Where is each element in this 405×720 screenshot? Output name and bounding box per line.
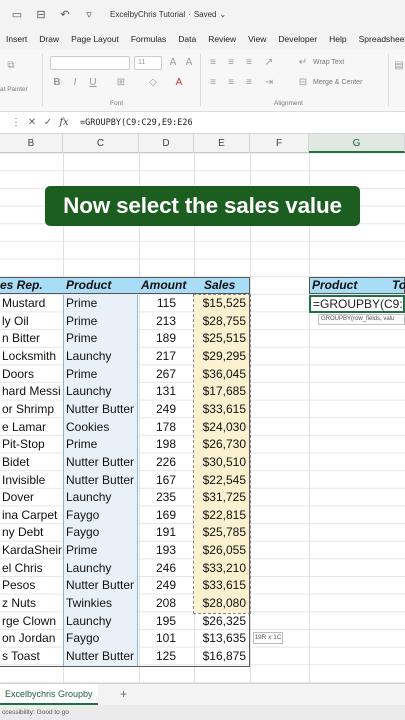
formula-bar: ⋮ ✕ ✓ fx =GROUPBY(C9:C29,E9:E26	[0, 112, 405, 134]
insert-function-icon[interactable]: fx	[56, 117, 72, 128]
font-color-icon[interactable]: A	[172, 77, 186, 89]
align-middle-icon[interactable]: ≡	[224, 57, 238, 69]
merge-icon[interactable]: ⊟	[296, 77, 310, 89]
selection-size-tooltip: 19R x 1C	[253, 632, 283, 644]
indent-icon[interactable]: ⇥	[262, 77, 276, 89]
function-tooltip[interactable]: GROUPBY(row_fields, valu	[318, 314, 405, 325]
font-group-label: Font	[110, 100, 124, 107]
column-header-d[interactable]: D	[139, 134, 194, 153]
tab-help[interactable]: Help	[323, 34, 352, 44]
add-sheet-icon[interactable]: +	[120, 687, 127, 701]
grow-font-icon[interactable]: A	[166, 57, 180, 69]
align-center-icon[interactable]: ≡	[224, 77, 238, 89]
tab-draw[interactable]: Draw	[33, 34, 65, 44]
tab-data[interactable]: Data	[172, 34, 202, 44]
orientation-icon[interactable]: ↗	[262, 57, 276, 69]
tab-view[interactable]: View	[242, 34, 272, 44]
column-header-e[interactable]: E	[194, 134, 250, 153]
output-header-total[interactable]: To	[392, 277, 405, 294]
wrap-text-icon[interactable]: ↵	[296, 57, 310, 69]
ribbon: ⧉ at Painter 11 A A B I U ⊞ ◇ A Font ≡ ≡…	[0, 50, 405, 112]
quick-access-icon[interactable]: ⊟	[34, 7, 48, 21]
column-header-g[interactable]: G	[309, 134, 405, 153]
document-name: ExcelbyChris Tutorial	[110, 9, 186, 19]
enter-icon[interactable]: ✓	[40, 117, 56, 128]
align-top-icon[interactable]: ≡	[206, 57, 220, 69]
cancel-icon[interactable]: ✕	[24, 117, 40, 128]
sheet-tab-bar: Excelbychris Groupby +	[0, 683, 405, 705]
fill-color-icon[interactable]: ◇	[146, 77, 160, 89]
wrap-text-button[interactable]: Wrap Text	[313, 59, 344, 66]
document-title[interactable]: ExcelbyChris Tutorial · Saved ⌄	[110, 10, 226, 19]
more-icon[interactable]: ▿	[82, 7, 96, 21]
column-header-b[interactable]: B	[0, 134, 63, 153]
sheet-tab-groupby[interactable]: Excelbychris Groupby	[0, 684, 98, 705]
output-header-product[interactable]: Product	[312, 277, 357, 294]
shrink-font-icon[interactable]: A	[182, 57, 196, 69]
column-header-c[interactable]: C	[63, 134, 139, 153]
undo-icon[interactable]: ↶	[58, 7, 72, 21]
tab-insert[interactable]: Insert	[0, 34, 33, 44]
tab-review[interactable]: Review	[202, 34, 242, 44]
number-format-icon[interactable]: ▤	[392, 60, 405, 72]
underline-icon[interactable]: U	[86, 77, 100, 89]
align-right-icon[interactable]: ≡	[242, 77, 256, 89]
italic-icon[interactable]: I	[68, 77, 82, 89]
tab-spreadsheet[interactable]: Spreadsheet	[353, 34, 405, 44]
status-bar: ccessibility: Good to go	[0, 705, 405, 720]
tab-developer[interactable]: Developer	[272, 34, 323, 44]
align-bottom-icon[interactable]: ≡	[242, 57, 256, 69]
format-painter-label[interactable]: at Painter	[0, 86, 28, 93]
font-size-box[interactable]: 11	[134, 56, 162, 70]
selection-marquee	[193, 294, 251, 614]
chevron-down-icon: ⌄	[219, 9, 227, 19]
copy-icon[interactable]: ⧉	[4, 60, 18, 72]
more-options-icon[interactable]: ⋮	[8, 117, 24, 128]
saved-status: Saved	[193, 9, 217, 19]
instruction-banner: Now select the sales value	[45, 186, 360, 226]
tab-page-layout[interactable]: Page Layout	[65, 34, 125, 44]
column-header-f[interactable]: F	[250, 134, 309, 153]
ribbon-tabs: Insert Draw Page Layout Formulas Data Re…	[0, 28, 405, 50]
align-left-icon[interactable]: ≡	[206, 77, 220, 89]
active-cell-editor[interactable]: =GROUPBY(C9:C2	[309, 295, 405, 313]
save-icon[interactable]: ▭	[10, 7, 24, 21]
bold-icon[interactable]: B	[50, 77, 64, 89]
formula-input[interactable]: =GROUPBY(C9:C29,E9:E26	[80, 118, 193, 128]
alignment-group-label: Alignment	[274, 100, 303, 107]
merge-center-button[interactable]: Merge & Center	[313, 79, 362, 86]
tab-formulas[interactable]: Formulas	[125, 34, 172, 44]
font-name-box[interactable]	[50, 56, 130, 70]
borders-icon[interactable]: ⊞	[114, 77, 128, 89]
title-bar: ▭ ⊟ ↶ ▿ ExcelbyChris Tutorial · Saved ⌄	[0, 0, 405, 28]
